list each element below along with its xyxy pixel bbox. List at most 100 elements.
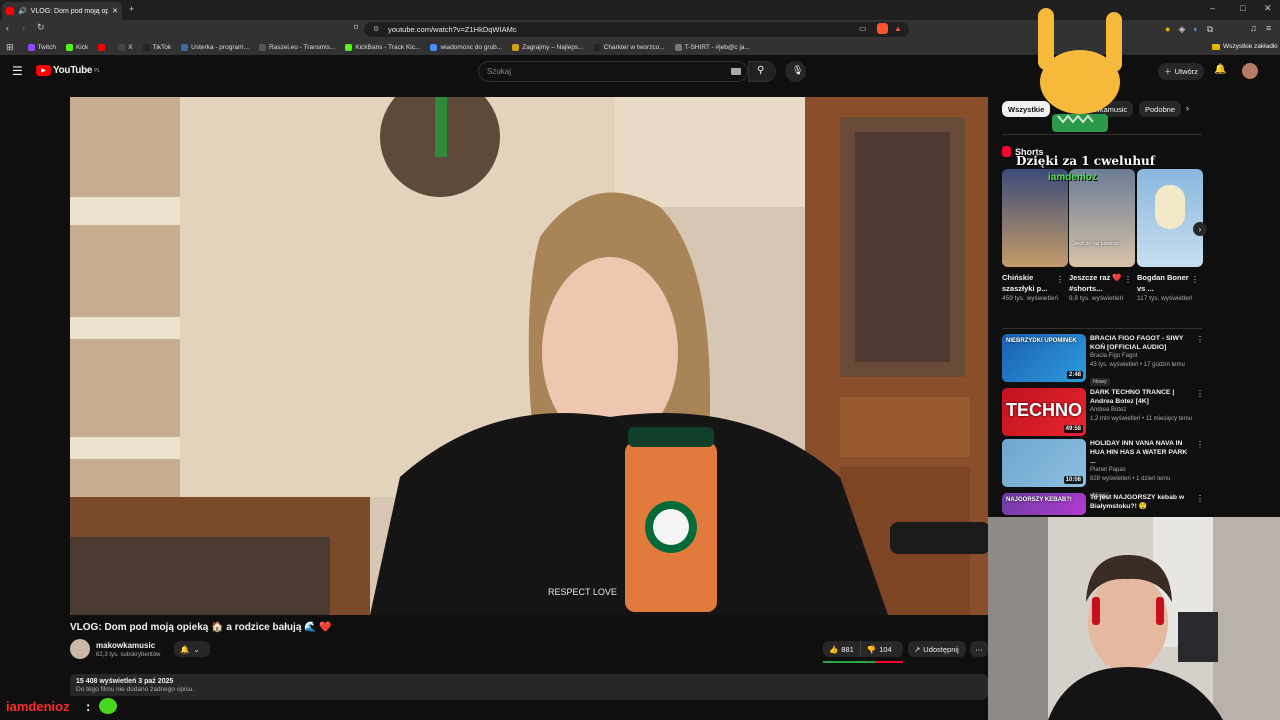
new-tab-icon[interactable]: + (129, 4, 134, 14)
bookmark-favicon-icon (181, 43, 189, 51)
brave-shield-icon[interactable] (877, 23, 888, 34)
rewards-icon[interactable]: ▲ (894, 24, 902, 33)
video-thumbnail[interactable]: NAJGORSZY KEBAB?! (1002, 493, 1086, 515)
divider (1002, 328, 1202, 329)
back-icon[interactable]: ‹ (6, 23, 9, 33)
video-thumbnail[interactable]: 10:08 (1002, 439, 1086, 487)
screen-icon[interactable]: ▭ (859, 24, 867, 33)
video-title-link[interactable]: HOLIDAY INN VANA NAVA IN HUA HIN HAS A W… (1090, 439, 1194, 466)
bookmark-item[interactable]: Usterka - program... (181, 43, 249, 51)
close-tab-icon[interactable]: ✕ (112, 7, 118, 15)
youtube-play-icon: ▶ (36, 65, 51, 76)
short-info: Jeszcze raz ❤️ #shorts... 9,8 tys. wyświ… (1069, 272, 1125, 304)
description-box[interactable]: 15 408 wyświetleń 3 paź 2025 Do tego fil… (70, 674, 988, 700)
close-window-icon[interactable]: ✕ (1264, 3, 1272, 14)
channel-name[interactable]: Bracia Figo Fagot (1090, 352, 1194, 361)
bookmark-icon[interactable]: ⌑ (354, 23, 358, 32)
site-info-icon[interactable]: ⚙ (373, 25, 379, 33)
bookmark-item[interactable]: KickBans - Track Kic... (345, 43, 420, 51)
all-bookmarks[interactable]: Wszystkie zakładki (1212, 43, 1278, 50)
menu-icon[interactable]: ≡ (1266, 23, 1271, 33)
shorts-next-icon[interactable]: › (1193, 222, 1207, 236)
cartoon-face (1155, 185, 1185, 229)
search-input[interactable]: Szukaj (478, 61, 748, 82)
puzzle-icon[interactable]: ⧉ (1207, 24, 1213, 35)
video-thumbnail[interactable]: TECHNO 49:58 (1002, 388, 1086, 436)
bookmark-item[interactable]: Kick (65, 43, 88, 51)
bookmark-item[interactable]: Raszei.eu - Transmis... (258, 43, 335, 51)
subscriber-count: 62,3 tys. subskrybentów (96, 652, 161, 658)
short-thumbnail[interactable] (1137, 169, 1203, 267)
url-text: youtube.com/watch?v=Z1HkDqWIAMc (388, 25, 517, 34)
apps-grid-icon[interactable]: ⊞ (6, 42, 14, 53)
chevron-right-icon[interactable]: › (1186, 103, 1189, 113)
thumbnail-text: TECHNO (1006, 400, 1082, 420)
webcam-frame (988, 517, 1280, 720)
bookmark-item[interactable]: Twitch (27, 43, 56, 51)
media-icon[interactable]: ♫ (1250, 23, 1257, 33)
hamburger-menu-icon[interactable]: ☰ (12, 64, 23, 78)
forward-icon[interactable]: › (22, 23, 25, 33)
video-thumbnail[interactable]: NIEBRZYDKI UPOMINEK 2:48 (1002, 334, 1086, 382)
chip-related[interactable]: Podobne (1139, 101, 1182, 117)
bookmark-item[interactable]: Charkter w tworzco... (593, 43, 665, 51)
video-title-link[interactable]: DARK TECHNO TRANCE | Andrea Botez [4K] (1090, 388, 1194, 406)
video-title-link[interactable]: To jest NAJGORSZY kebab w Białymstoku?! … (1090, 493, 1194, 511)
more-options-icon[interactable]: ⋮ (1196, 494, 1204, 503)
extension-icon[interactable]: ◐ (1193, 24, 1198, 35)
notifications-icon[interactable]: 🔔 (1214, 64, 1226, 75)
short-title[interactable]: Jeszcze raz ❤️ #shorts... (1069, 272, 1125, 294)
bookmark-favicon-icon (142, 43, 150, 51)
more-options-icon[interactable]: ⋮ (1124, 275, 1132, 284)
avatar[interactable] (1242, 63, 1258, 79)
more-options-icon[interactable]: ⋮ (1196, 335, 1204, 344)
channel-avatar[interactable] (70, 639, 90, 659)
share-button[interactable]: ↗ Udostępnij (908, 641, 966, 657)
more-options-icon[interactable]: ⋮ (1191, 275, 1199, 284)
short-title[interactable]: Bogdan Boner vs ... (1137, 272, 1193, 294)
like-button[interactable]: 👍 881 (823, 641, 861, 657)
create-button[interactable]: ＋ Utwórz (1158, 63, 1204, 80)
channel-name[interactable]: Andrea Botez (1090, 406, 1194, 415)
video-info: BRACIA FIGO FAGOT - SIWY KOŃ [OFFICIAL A… (1090, 334, 1194, 388)
more-actions-button[interactable]: ⋯ (970, 641, 988, 657)
video-frame: RESPECT LOVE (70, 97, 988, 615)
bookmark-item[interactable]: wiadomosc do grub... (430, 43, 502, 51)
bookmark-favicon-icon (27, 43, 35, 51)
short-caption: Jeszcze raz powiedz (1073, 241, 1120, 247)
video-player[interactable]: RESPECT LOVE (70, 97, 988, 615)
short-title[interactable]: Chińskie szaszłyki p... (1002, 272, 1058, 294)
channel-name[interactable]: makowkamusic (96, 641, 155, 650)
maximize-icon[interactable]: □ (1240, 3, 1245, 13)
bookmark-list: Twitch Kick X TikTok Usterka - program... Ras… (27, 43, 760, 51)
bookmark-favicon-icon (345, 43, 353, 51)
bookmark-item[interactable]: Zagrajmy – Najleps... (512, 43, 584, 51)
youtube-logo[interactable]: ▶ YouTube PL (36, 65, 100, 76)
channel-name[interactable]: Planet Papas (1090, 466, 1194, 475)
video-title-link[interactable]: BRACIA FIGO FAGOT - SIWY KOŃ [OFFICIAL A… (1090, 334, 1194, 352)
extension-icon[interactable]: ● (1165, 24, 1170, 35)
extension-icon[interactable]: ◈ (1178, 24, 1185, 35)
plus-icon: ＋ (1164, 67, 1172, 76)
browser-tab[interactable]: 🔊 VLOG: Dom pod moją opieką ✕ (2, 2, 122, 20)
alert-overlay-text: Dzięki za 1 cweluhuf (1016, 154, 1155, 168)
bookmark-item[interactable]: T-SHIRT - #jeb@c ja... (674, 43, 750, 51)
voice-search-button[interactable]: 🎙 (785, 61, 806, 82)
bookmark-item[interactable]: TikTok (142, 43, 171, 51)
more-options-icon[interactable]: ⋮ (1196, 389, 1204, 398)
keyboard-icon[interactable] (731, 68, 741, 75)
search-button[interactable]: ⚲ (748, 61, 776, 82)
bookmark-item[interactable]: X (118, 43, 133, 51)
subscribed-button[interactable]: 🔔 ⌄ (174, 641, 210, 657)
short-thumbnail[interactable]: Jeszcze raz powiedz (1069, 169, 1135, 267)
like-ratio-bar (823, 661, 875, 663)
minimize-icon[interactable]: – (1210, 3, 1215, 13)
url-field[interactable]: ⚙ youtube.com/watch?v=Z1HkDqWIAMc ▭ ▲ (364, 22, 909, 37)
short-thumbnail[interactable] (1002, 169, 1068, 267)
reload-icon[interactable]: ↻ (37, 22, 45, 33)
more-options-icon[interactable]: ⋮ (1196, 440, 1204, 449)
dislike-button[interactable]: 👎 104 (861, 641, 898, 657)
more-options-icon[interactable]: ⋮ (1056, 275, 1064, 284)
bookmark-item[interactable] (98, 43, 108, 51)
chat-separator: : (86, 699, 91, 714)
